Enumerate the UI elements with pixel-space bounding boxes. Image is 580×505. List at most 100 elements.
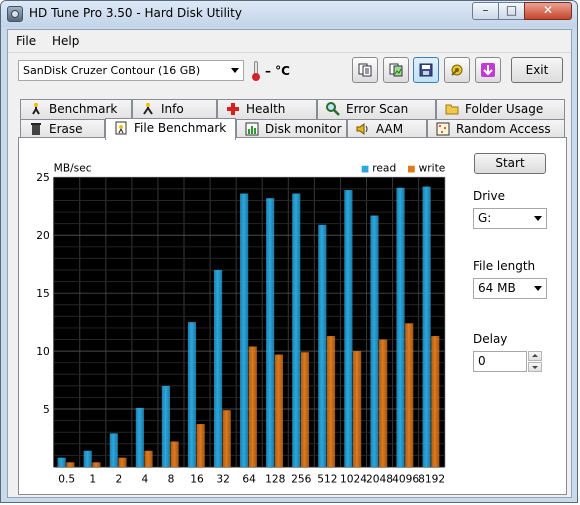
- file-length-value: 64 MB: [478, 281, 516, 295]
- tab-benchmark[interactable]: Benchmark: [20, 99, 132, 119]
- x-tick-label: 1: [89, 472, 96, 485]
- benchmark-icon: [32, 103, 40, 115]
- bar-read-8: [161, 385, 171, 467]
- copy-image-button[interactable]: [383, 57, 409, 83]
- bar-write-512: [326, 336, 336, 467]
- tab-disk-monitor-label: Disk monitor: [265, 122, 342, 136]
- x-tick-label: 256: [291, 472, 312, 485]
- tab-aam[interactable]: AAM: [347, 119, 427, 139]
- delay-spinner: 0: [473, 351, 542, 372]
- bar-write-4: [144, 450, 153, 467]
- tab-benchmark-label: Benchmark: [49, 102, 118, 116]
- tab-erase-label: Erase: [49, 122, 83, 136]
- y-tick-label: 10: [36, 345, 50, 358]
- health-icon: [227, 103, 239, 115]
- x-tick-label: 8192: [418, 472, 445, 485]
- drive-letter-value: G:: [478, 211, 492, 225]
- copy-text-button[interactable]: [352, 57, 378, 83]
- bar-write-2: [118, 457, 127, 467]
- temperature-readout: – °C: [265, 64, 290, 78]
- tab-erase[interactable]: Erase: [20, 119, 105, 139]
- random-access-icon: [436, 122, 450, 136]
- tab-disk-monitor[interactable]: Disk monitor: [236, 119, 347, 139]
- tab-random-access[interactable]: Random Access: [427, 119, 565, 139]
- start-button[interactable]: Start: [474, 153, 546, 174]
- bar-read-1: [83, 450, 92, 467]
- folder-icon: [445, 104, 459, 115]
- info-icon: [143, 103, 153, 115]
- bar-read-4096: [396, 187, 405, 467]
- chevron-down-icon: [530, 209, 546, 228]
- bar-read-256: [292, 193, 301, 467]
- drive-letter-dropdown[interactable]: G:: [473, 208, 547, 229]
- copy-text-icon: [358, 63, 372, 77]
- save-button[interactable]: [413, 57, 439, 83]
- tab-error-scan[interactable]: Error Scan: [317, 99, 436, 119]
- maximize-button[interactable]: □: [498, 2, 525, 20]
- tab-random-access-label: Random Access: [456, 122, 551, 136]
- legend-label-read: read: [372, 162, 396, 175]
- options-icon: [451, 64, 463, 76]
- bar-read-512: [318, 224, 327, 467]
- error-scan-icon: [326, 102, 340, 116]
- bar-read-0.5: [57, 457, 66, 467]
- delay-input[interactable]: 0: [473, 351, 527, 372]
- y-tick-label: 15: [36, 287, 50, 300]
- bar-read-4: [135, 407, 144, 467]
- file-length-dropdown[interactable]: 64 MB: [473, 278, 547, 299]
- tab-file-benchmark[interactable]: File Benchmark: [105, 118, 236, 140]
- bar-read-128: [266, 198, 275, 467]
- menu-file[interactable]: File: [16, 34, 36, 48]
- drive-dropdown-value: SanDisk Cruzer Contour (16 GB): [23, 64, 201, 77]
- x-tick-label: 128: [265, 472, 286, 485]
- bar-write-256: [300, 352, 310, 467]
- speaker-icon: [356, 123, 368, 135]
- benchmark-chart: 5 10 15 20 25 0.5 1 2 4 8 16 32 64 128 256 512 1024 2048…: [36, 162, 446, 486]
- x-tick-label: 16: [190, 472, 204, 485]
- bar-write-1: [92, 462, 101, 467]
- tab-info[interactable]: Info: [132, 99, 217, 119]
- spin-up-button[interactable]: [528, 351, 542, 361]
- chevron-down-icon: [530, 279, 546, 298]
- x-tick-label: 2: [115, 472, 122, 485]
- legend-label-write: write: [419, 162, 446, 175]
- bar-write-4096: [405, 323, 414, 467]
- minimize-button[interactable]: –: [472, 2, 499, 20]
- bar-write-0.5: [66, 462, 75, 467]
- file-benchmark-icon: [115, 121, 127, 135]
- down-arrow-icon: [481, 63, 495, 77]
- x-tick-label: 512: [317, 472, 337, 485]
- chevron-down-icon: [227, 61, 243, 80]
- y-tick-label: 20: [36, 229, 50, 242]
- bar-read-2048: [370, 215, 379, 467]
- tab-folder-usage-label: Folder Usage: [465, 102, 544, 116]
- x-tick-label: 4: [142, 472, 149, 485]
- exit-button[interactable]: Exit: [511, 57, 563, 83]
- x-tick-label: 0.5: [58, 472, 75, 485]
- bar-write-2048: [379, 339, 388, 467]
- x-tick-label: 32: [216, 472, 230, 485]
- close-button[interactable]: ✕: [524, 2, 572, 20]
- spin-down-button[interactable]: [528, 362, 542, 372]
- app-icon: [7, 6, 23, 22]
- tab-folder-usage[interactable]: Folder Usage: [436, 99, 565, 119]
- menu-help[interactable]: Help: [52, 34, 79, 48]
- y-axis-label: MB/sec: [54, 162, 92, 175]
- title-bar[interactable]: HD Tune Pro 3.50 - Hard Disk Utility – □…: [1, 1, 577, 27]
- bar-read-16: [187, 322, 197, 467]
- bar-read-1024: [344, 190, 353, 467]
- bar-write-16: [196, 424, 205, 467]
- bar-read-64: [240, 193, 249, 467]
- down-arrow-button[interactable]: [475, 57, 501, 83]
- bar-write-1024: [352, 351, 362, 467]
- tab-info-label: Info: [161, 102, 184, 116]
- options-button[interactable]: [444, 57, 470, 83]
- window-title: HD Tune Pro 3.50 - Hard Disk Utility: [29, 6, 242, 20]
- bar-write-8192: [431, 336, 440, 467]
- menu-bar: File Help: [8, 30, 571, 52]
- drive-dropdown[interactable]: SanDisk Cruzer Contour (16 GB): [18, 60, 244, 81]
- tab-health[interactable]: Health: [217, 99, 317, 119]
- menu-divider: [8, 52, 571, 53]
- file-length-label: File length: [473, 259, 536, 273]
- x-tick-label: 8: [168, 472, 175, 485]
